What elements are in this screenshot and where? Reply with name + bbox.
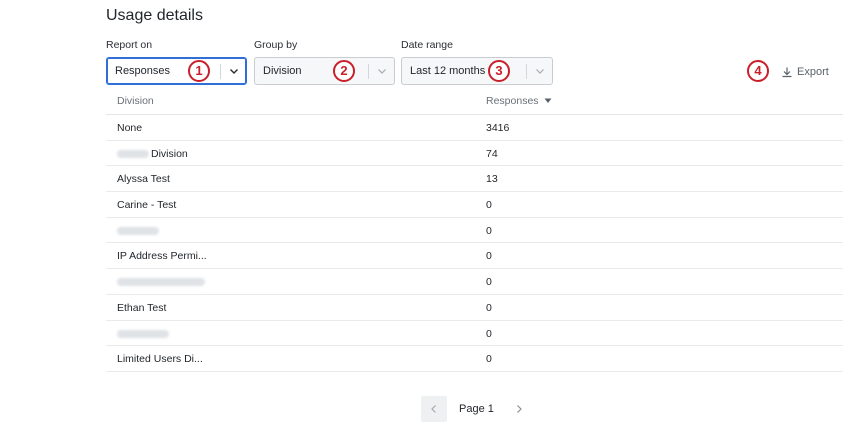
- division-cell-redacted: [117, 328, 169, 340]
- date-range-value: Last 12 months: [410, 65, 486, 77]
- redacted-text: [117, 226, 159, 235]
- chevron-left-icon: [431, 405, 436, 413]
- select-divider: [526, 64, 527, 79]
- responses-cell: 74: [486, 147, 498, 160]
- redacted-text: [117, 329, 169, 338]
- responses-cell: 0: [486, 301, 492, 314]
- chevron-right-icon: [516, 405, 522, 413]
- step-marker-1: 1: [188, 60, 210, 82]
- step-marker-3: 3: [488, 60, 510, 82]
- column-header-responses[interactable]: Responses: [486, 95, 552, 107]
- report-on-select[interactable]: Responses: [106, 57, 247, 85]
- export-button[interactable]: Export: [781, 64, 829, 80]
- responses-cell: 0: [486, 353, 492, 366]
- division-cell: IP Address Permi...: [117, 250, 207, 263]
- next-page-button[interactable]: [506, 396, 532, 422]
- table-row[interactable]: 0: [106, 218, 843, 244]
- step-marker-4: 4: [747, 60, 769, 82]
- division-cell-suffix: Division: [151, 147, 188, 160]
- table-row[interactable]: 0: [106, 321, 843, 347]
- chevron-down-icon[interactable]: [376, 65, 388, 77]
- column-header-division[interactable]: Division: [117, 95, 154, 107]
- page-indicator: Page 1: [459, 403, 494, 415]
- responses-cell: 0: [486, 199, 492, 212]
- division-cell: Limited Users Di...: [117, 353, 203, 366]
- chevron-down-icon[interactable]: [228, 65, 240, 77]
- select-divider: [220, 64, 221, 79]
- export-label: Export: [797, 66, 829, 78]
- division-cell-redacted: [117, 225, 159, 237]
- redacted-text: [117, 278, 205, 287]
- table-row[interactable]: Limited Users Di... 0: [106, 346, 843, 372]
- chevron-down-icon[interactable]: [534, 65, 546, 77]
- date-range-label: Date range: [401, 39, 453, 51]
- page-title: Usage details: [106, 7, 203, 24]
- step-marker-2: 2: [333, 60, 355, 82]
- sort-descending-icon: [544, 98, 552, 103]
- responses-cell: 0: [486, 276, 492, 289]
- division-cell: Ethan Test: [117, 301, 167, 314]
- report-on-label: Report on: [106, 39, 153, 51]
- table-row[interactable]: Alyssa Test 13: [106, 166, 843, 193]
- table-row[interactable]: 0: [106, 269, 843, 295]
- table-row[interactable]: None 3416: [106, 115, 843, 141]
- redacted-text: [117, 149, 149, 158]
- table-row[interactable]: Division 74: [106, 141, 843, 167]
- division-cell: None: [117, 122, 143, 134]
- report-on-value: Responses: [115, 65, 171, 77]
- division-cell-partial: Division: [117, 148, 188, 160]
- pagination: Page 1: [421, 396, 532, 422]
- table-row[interactable]: IP Address Permi... 0: [106, 243, 843, 270]
- responses-cell: 3416: [486, 122, 510, 134]
- previous-page-button[interactable]: [421, 396, 447, 422]
- responses-cell: 13: [486, 173, 498, 186]
- table-row[interactable]: Ethan Test 0: [106, 295, 843, 321]
- division-cell-redacted: [117, 276, 205, 288]
- download-icon: [782, 67, 792, 78]
- group-by-select[interactable]: Division: [254, 57, 395, 85]
- division-cell: Carine - Test: [117, 199, 177, 212]
- date-range-select[interactable]: Last 12 months: [401, 57, 553, 85]
- usage-table: Division Responses None 3416 Division 74…: [106, 88, 843, 372]
- table-header: Division Responses: [106, 88, 843, 115]
- group-by-value: Division: [263, 65, 302, 77]
- responses-cell: 0: [486, 250, 492, 263]
- responses-cell: 0: [486, 224, 492, 237]
- select-divider: [368, 64, 369, 79]
- group-by-label: Group by: [254, 39, 298, 51]
- responses-cell: 0: [486, 327, 492, 340]
- column-header-responses-label: Responses: [486, 95, 539, 107]
- division-cell: Alyssa Test: [117, 173, 170, 186]
- table-row[interactable]: Carine - Test 0: [106, 192, 843, 218]
